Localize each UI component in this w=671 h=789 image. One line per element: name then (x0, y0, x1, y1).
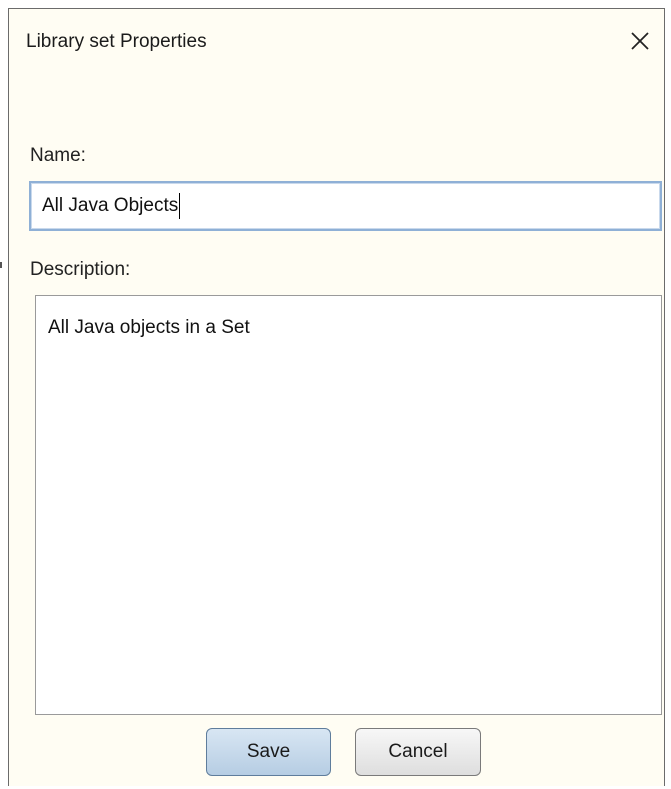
window-edge-mark (0, 262, 2, 268)
close-button[interactable] (622, 23, 658, 59)
dialog-title: Library set Properties (26, 31, 207, 52)
library-set-properties-dialog: Library set Properties Name: All Java Ob… (8, 8, 665, 786)
save-button[interactable]: Save (206, 728, 331, 776)
description-label: Description: (30, 259, 131, 280)
name-label: Name: (30, 145, 86, 166)
description-text: All Java objects in a Set (48, 317, 250, 338)
name-input-value: All Java Objects (42, 195, 179, 216)
dialog-titlebar[interactable]: Library set Properties (9, 9, 664, 73)
cancel-button[interactable]: Cancel (355, 728, 481, 776)
description-textarea[interactable]: All Java objects in a Set (35, 295, 662, 715)
close-icon (631, 32, 649, 50)
name-input[interactable]: All Java Objects (29, 181, 662, 231)
text-caret (179, 192, 181, 219)
